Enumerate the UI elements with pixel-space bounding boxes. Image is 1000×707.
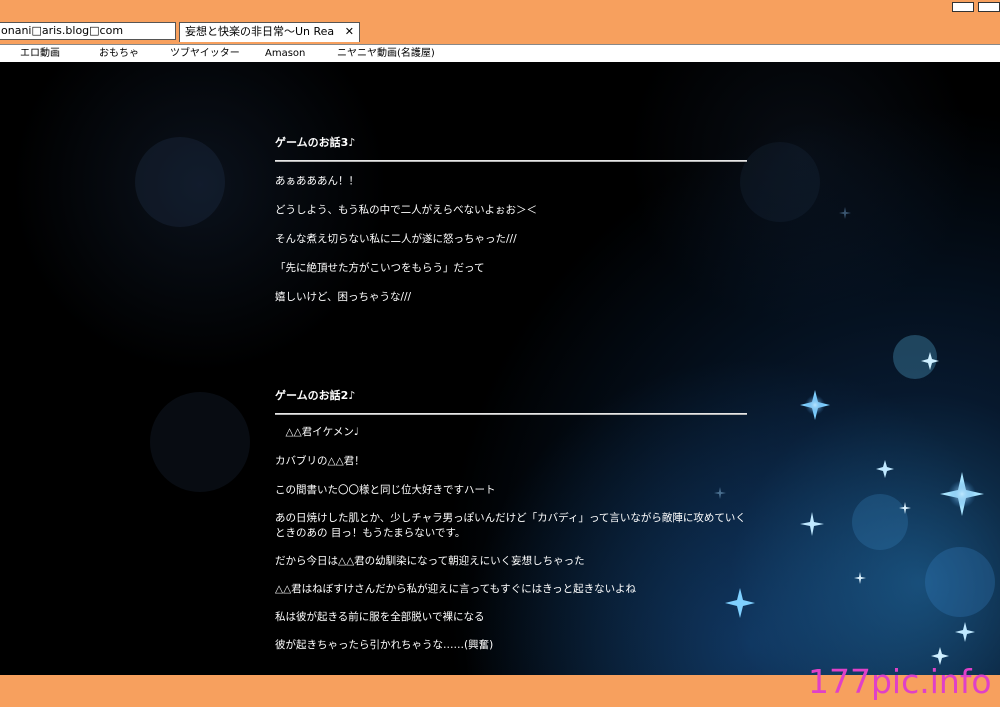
minimize-button[interactable] (952, 2, 974, 12)
post-line: 彼が起きちゃったら引かれちゃうな……(興奮) (275, 639, 494, 651)
blog-post: ゲームのお話2♪ △△君イケメン♩ カバブリの△△君！ この間書いた〇〇様と同じ… (275, 387, 747, 653)
post-line: △△君イケメン♩ (275, 426, 359, 438)
page-content: ゲームのお話3♪ あぁあああん！！ どうしよう、もう私の中で二人がえらべないよぉ… (0, 62, 1000, 675)
post-line: この間書いた〇〇様と同じ位大好きですハート (275, 484, 496, 496)
divider (275, 160, 747, 162)
maximize-button[interactable] (978, 2, 1000, 12)
bookmark-item[interactable]: Amason (265, 46, 305, 62)
tab-title: 妄想と快楽の非日常〜Un Real〜 (185, 25, 335, 38)
browser-chrome: onani□aris.blog□com 妄想と快楽の非日常〜Un Real〜 ✕… (0, 0, 1000, 62)
post-line: だから今日は△△君の幼馴染になって朝迎えにいく妄想しちゃった (275, 555, 585, 567)
watermark: 177pic.info (808, 662, 992, 701)
divider (275, 413, 747, 415)
post-line: 私は彼が起きる前に服を全部脱いで裸になる (275, 611, 485, 623)
post-line: あの日焼けした肌とか、少しチャラ男っぽいんだけど「カバディ」って言いながら敵陣に… (275, 512, 746, 539)
close-icon[interactable]: ✕ (345, 23, 354, 41)
post-line: そんな煮え切らない私に二人が遂に怒っちゃった/// (275, 233, 517, 245)
post-line: カバブリの△△君！ (275, 455, 365, 467)
blog-post: ゲームのお話3♪ あぁあああん！！ どうしよう、もう私の中で二人がえらべないよぉ… (275, 134, 747, 305)
browser-tab[interactable]: 妄想と快楽の非日常〜Un Real〜 ✕ (179, 22, 360, 42)
bookmark-item[interactable]: おもちゃ (99, 46, 139, 62)
post-line: どうしよう、もう私の中で二人がえらべないよぉお＞＜ (275, 204, 537, 216)
address-bar[interactable]: onani□aris.blog□com (0, 22, 176, 40)
bookmarks-bar: エロ動画 おもちゃ ツブヤイッター Amason ニヤニヤ動画(名護屋) (0, 44, 1000, 62)
post-title[interactable]: ゲームのお話3♪ (275, 134, 747, 152)
bookmark-item[interactable]: ツブヤイッター (170, 46, 240, 62)
post-line: △△君はねぼすけさんだから私が迎えに言ってもすぐにはきっと起きないよね (275, 583, 636, 595)
bookmark-item[interactable]: ニヤニヤ動画(名護屋) (337, 46, 435, 62)
bookmark-item[interactable]: エロ動画 (20, 46, 60, 62)
post-title[interactable]: ゲームのお話2♪ (275, 387, 747, 405)
post-line: 「先に絶頂せた方がこいつをもらう」だって (275, 262, 485, 274)
post-line: 嬉しいけど、困っちゃうな/// (275, 291, 412, 303)
post-line: あぁあああん！！ (275, 175, 359, 187)
